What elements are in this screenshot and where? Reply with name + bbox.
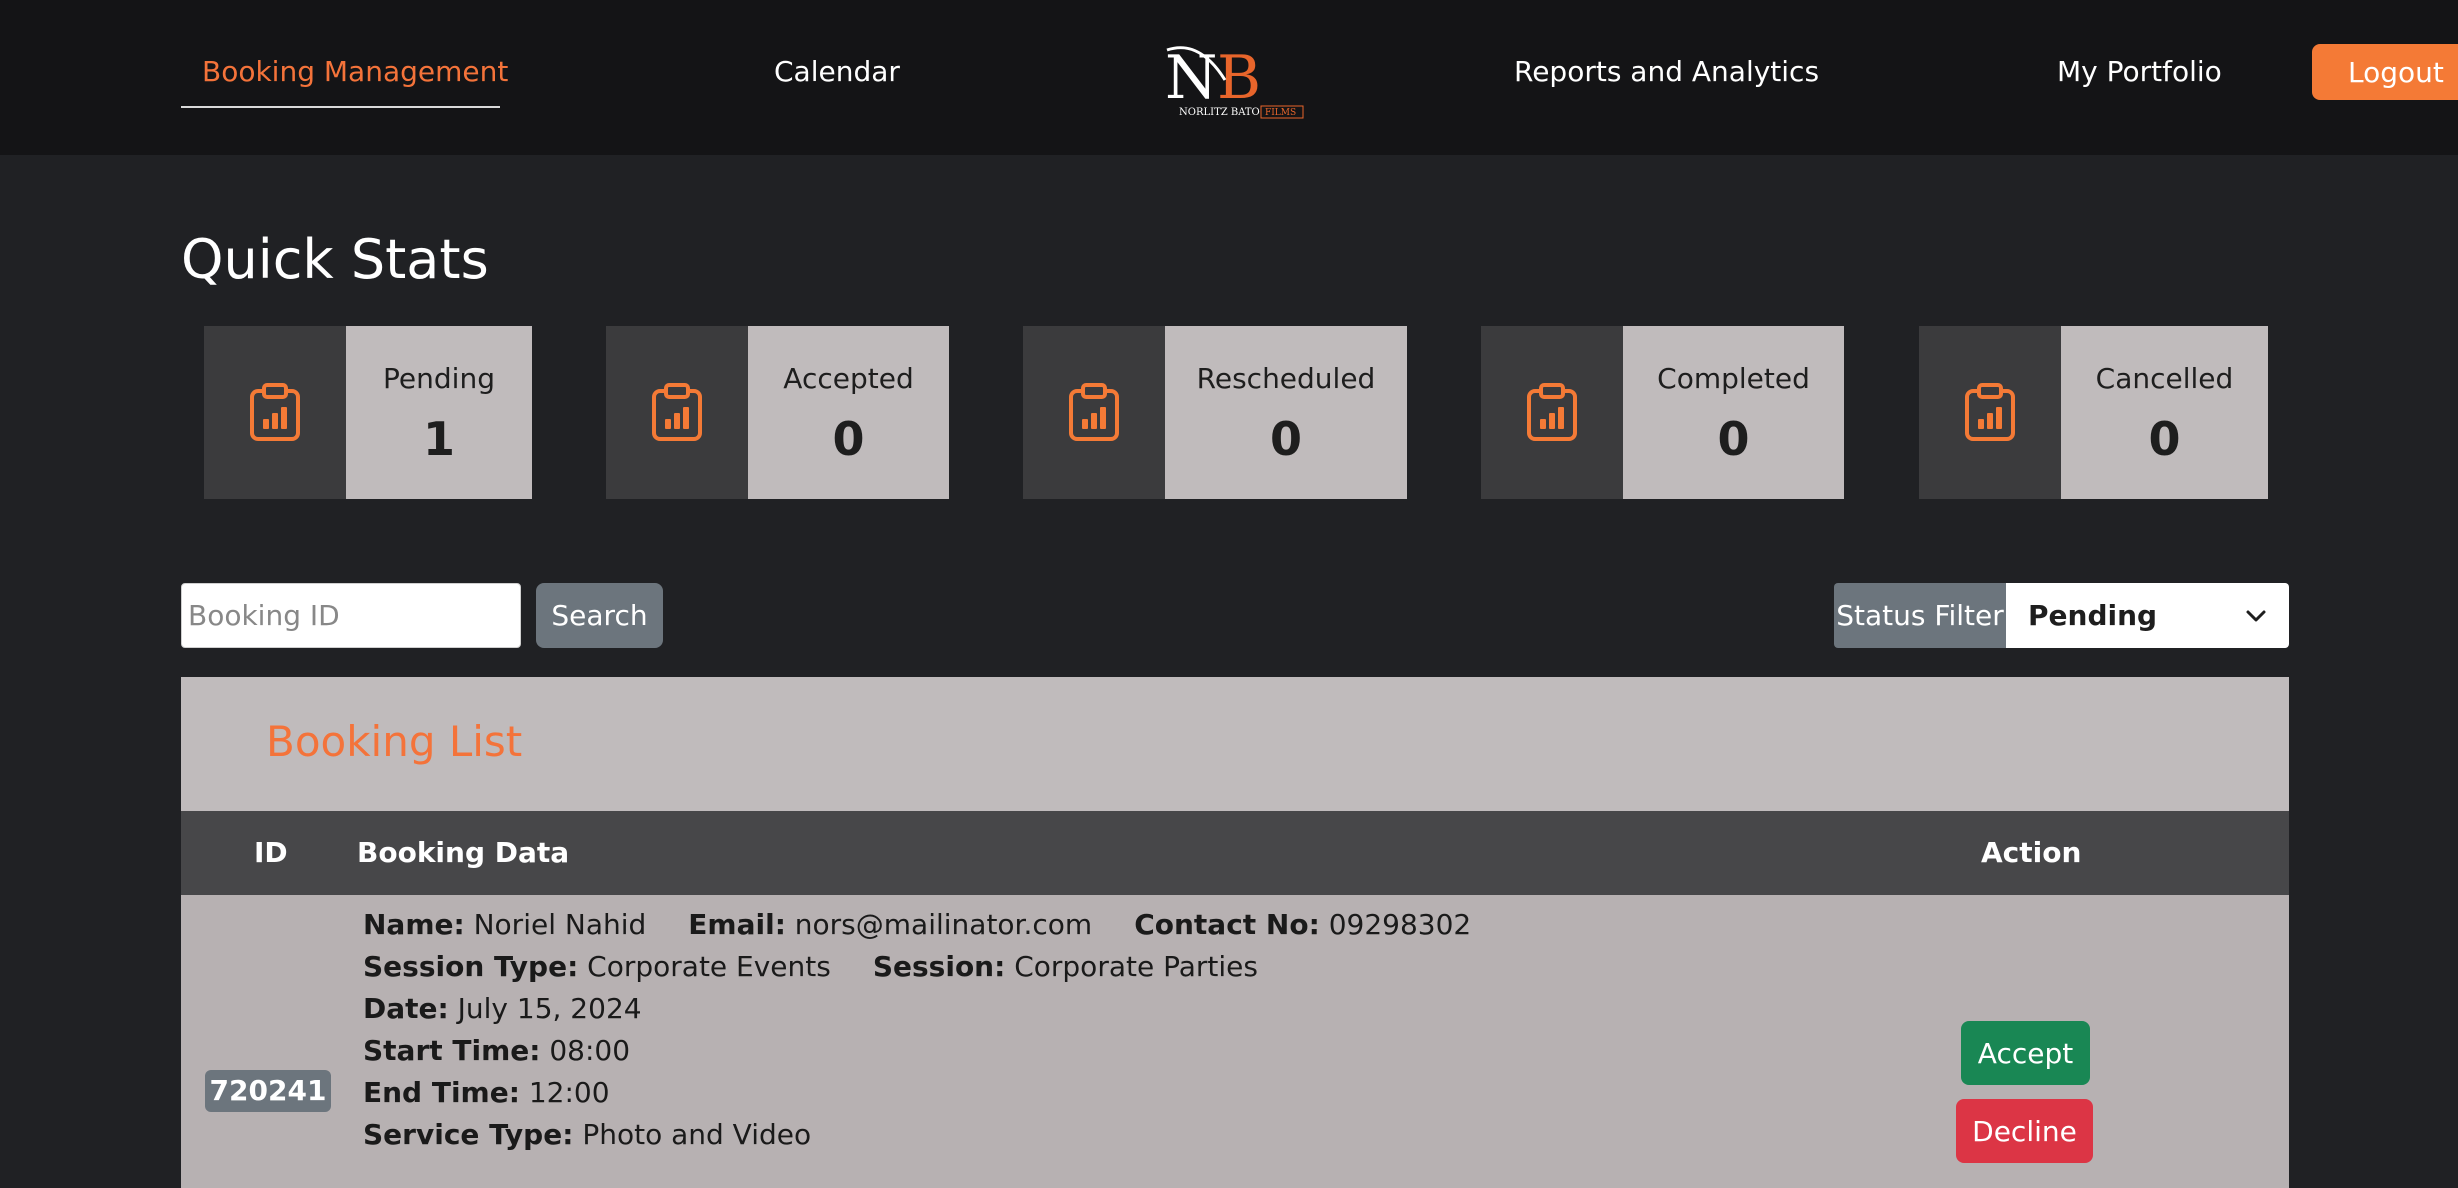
nav-reports-analytics[interactable]: Reports and Analytics <box>1514 52 1819 92</box>
clipboard-chart-icon <box>1023 326 1165 499</box>
booking-start-time: 08:00 <box>549 1034 631 1067</box>
status-filter-select[interactable]: Pending <box>2006 583 2289 648</box>
accept-button[interactable]: Accept <box>1961 1021 2090 1085</box>
stat-label: Rescheduled <box>1196 362 1376 395</box>
table-row: 720241 Name: Noriel Nahid Email: nors@mai… <box>181 895 2289 1188</box>
booking-email: nors@mailinator.com <box>794 908 1093 941</box>
nav-my-portfolio[interactable]: My Portfolio <box>2057 52 2222 92</box>
booking-session-type: Corporate Events <box>587 950 831 983</box>
booking-service-type: Photo and Video <box>582 1118 812 1151</box>
booking-data-line-service: Service Type: Photo and Video <box>363 1118 812 1151</box>
booking-data-line-end: End Time: 12:00 <box>363 1076 610 1109</box>
booking-contact-no: 09298302 <box>1328 908 1472 941</box>
booking-session: Corporate Parties <box>1014 950 1258 983</box>
clipboard-chart-icon <box>606 326 748 499</box>
booking-id-badge: 720241 <box>205 1070 331 1112</box>
brand-logo[interactable]: NB N B NORLITZ BATO FILMS <box>1165 40 1308 120</box>
stat-card-completed: Completed 0 <box>1481 326 1844 499</box>
column-header-id: ID <box>254 836 288 869</box>
nav-active-underline <box>181 106 500 108</box>
svg-text:N: N <box>1165 43 1218 113</box>
top-navbar: Booking Management Calendar NB N B NORLI… <box>0 0 2458 155</box>
stat-card-rescheduled: Rescheduled 0 <box>1023 326 1407 499</box>
booking-data-line-session: Session Type: Corporate Events Session: C… <box>363 950 1258 983</box>
logout-button[interactable]: Logout <box>2312 44 2458 100</box>
table-header: ID Booking Data Action <box>181 811 2289 895</box>
stat-value: 0 <box>1269 412 1302 466</box>
status-filter-label: Status Filter <box>1834 583 2006 648</box>
search-button[interactable]: Search <box>536 583 663 648</box>
stat-card-cancelled: Cancelled 0 <box>1919 326 2268 499</box>
logo-tagline: NORLITZ BATO <box>1179 107 1260 118</box>
decline-button[interactable]: Decline <box>1956 1099 2093 1163</box>
clipboard-chart-icon <box>1481 326 1623 499</box>
booking-id-search-input[interactable] <box>181 583 521 648</box>
booking-data-line-date: Date: July 15, 2024 <box>363 992 642 1025</box>
nav-calendar[interactable]: Calendar <box>774 52 900 92</box>
chevron-down-icon <box>2246 610 2266 621</box>
booking-date: July 15, 2024 <box>457 992 642 1025</box>
booking-data-line-start: Start Time: 08:00 <box>363 1034 631 1067</box>
booking-name: Noriel Nahid <box>473 908 647 941</box>
status-filter-value: Pending <box>2028 599 2158 632</box>
stat-value: 1 <box>422 412 455 466</box>
stat-value: 0 <box>2148 412 2181 466</box>
stat-label: Accepted <box>783 362 914 395</box>
column-header-booking-data: Booking Data <box>357 836 570 869</box>
booking-data-line-contact: Name: Noriel Nahid Email: nors@mailinator… <box>363 908 1472 941</box>
stat-value: 0 <box>1717 412 1750 466</box>
booking-end-time: 12:00 <box>528 1076 610 1109</box>
booking-list-panel: Booking List ID Booking Data Action 7202… <box>181 677 2289 1188</box>
stat-card-accepted: Accepted 0 <box>606 326 949 499</box>
clipboard-chart-icon <box>204 326 346 499</box>
logo-tagline-films: FILMS <box>1265 108 1296 118</box>
stat-label: Cancelled <box>2095 362 2234 395</box>
stat-label: Pending <box>383 362 495 395</box>
column-header-action: Action <box>1981 836 2082 869</box>
stat-card-pending: Pending 1 <box>204 326 532 499</box>
quick-stats-title: Quick Stats <box>181 228 489 291</box>
stat-label: Completed <box>1657 362 1810 395</box>
booking-list-title: Booking List <box>266 717 523 766</box>
nav-booking-management[interactable]: Booking Management <box>202 52 508 92</box>
stat-value: 0 <box>832 412 865 466</box>
clipboard-chart-icon <box>1919 326 2061 499</box>
